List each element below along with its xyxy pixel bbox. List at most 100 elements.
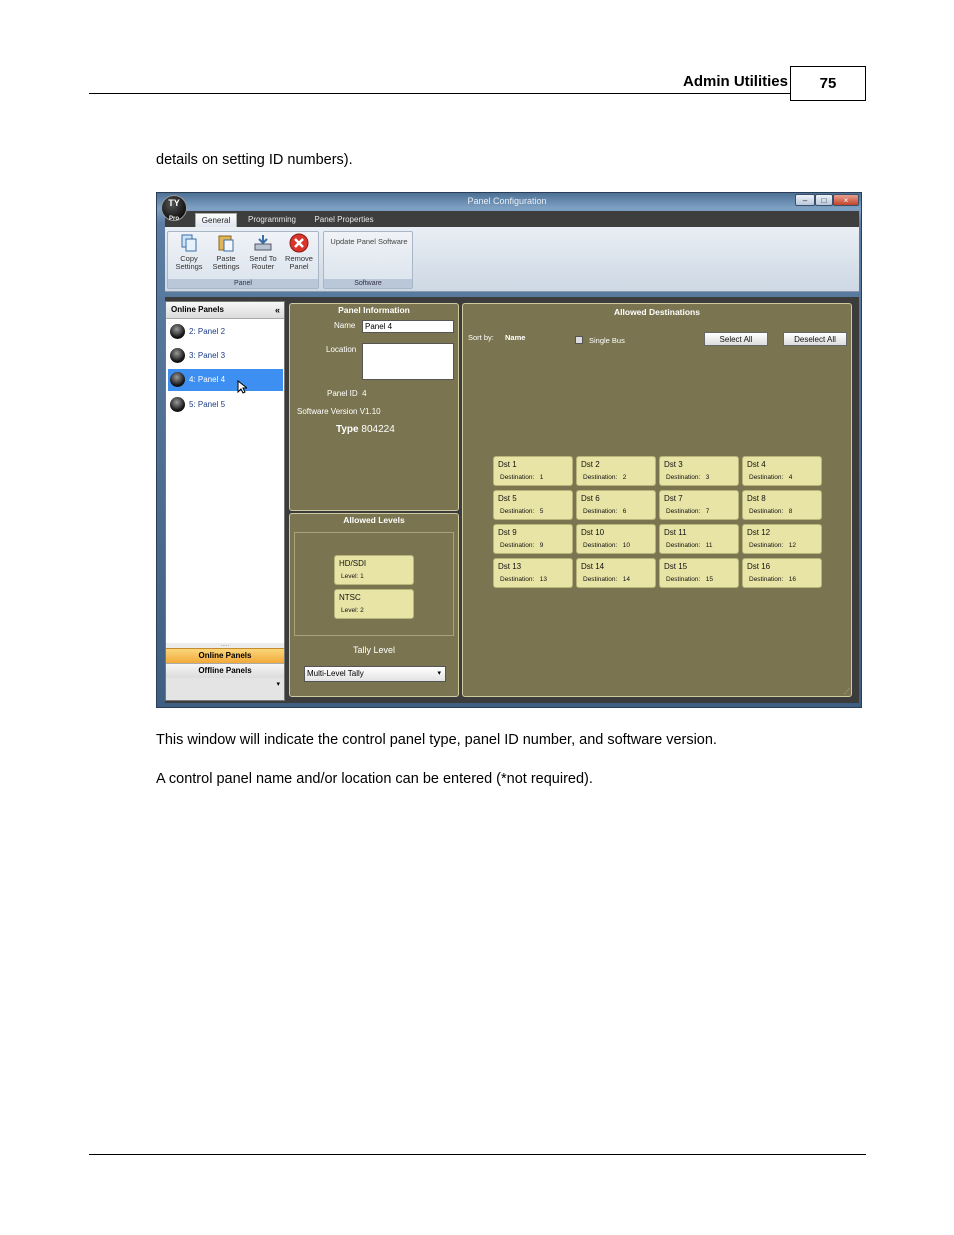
online-panels-title: Online Panels [171, 305, 224, 314]
panel-status-icon [170, 397, 185, 413]
select-all-button[interactable]: Select All [704, 332, 768, 346]
allowed-levels-section: Allowed Levels HD/SDI Level: 1 NTSC Leve… [289, 513, 459, 697]
panel-configuration-window: Panel Configuration – □ × TY Pro General … [156, 192, 862, 708]
minimize-button[interactable]: – [795, 194, 815, 206]
destination-number: Destination: 14 [583, 576, 630, 583]
destination-name: Dst 3 [664, 460, 683, 469]
copy-settings-icon [181, 234, 197, 252]
tally-level-select[interactable]: Multi-Level Tally ▾ [304, 666, 446, 682]
tab-programming[interactable]: Programming [245, 213, 299, 227]
remove-panel-button[interactable]: Remove Panel [281, 233, 317, 271]
destination-number: Destination: 11 [666, 542, 713, 549]
destination-name: Dst 6 [581, 494, 600, 503]
panel-list-label: 2: Panel 2 [189, 327, 226, 336]
allowed-levels-title: Allowed Levels [343, 515, 405, 525]
resize-grip-icon[interactable]: ⋰ [844, 689, 850, 695]
destination-name: Dst 15 [664, 562, 688, 571]
panel-list-label: 4: Panel 4 [189, 375, 226, 384]
level-card[interactable]: NTSC Level: 2 [334, 589, 414, 619]
destination-number: Destination: 10 [583, 542, 630, 549]
header-rule [89, 93, 791, 94]
destination-number: Destination: 16 [749, 576, 796, 583]
more-options-icon[interactable]: ▾ [166, 678, 284, 700]
panel-list-item[interactable]: 2: Panel 2 [168, 321, 283, 343]
destination-number: Destination: 6 [583, 508, 627, 515]
destination-card[interactable]: Dst 5 Destination: 5 [493, 490, 573, 520]
destination-number: Destination: 7 [666, 508, 710, 515]
level-name: HD/SDI [339, 559, 367, 568]
deselect-all-button[interactable]: Deselect All [783, 332, 847, 346]
destination-card[interactable]: Dst 1 Destination: 1 [493, 456, 573, 486]
paste-settings-button[interactable]: Paste Settings [208, 233, 244, 271]
chevron-down-icon: ▾ [437, 670, 441, 677]
destination-card[interactable]: Dst 6 Destination: 6 [576, 490, 656, 520]
panel-list-item[interactable]: 5: Panel 5 [168, 394, 283, 416]
update-panel-software-button[interactable]: Update Panel Software [325, 237, 413, 246]
offline-panels-button[interactable]: Offline Panels [166, 663, 284, 678]
destination-name: Dst 16 [747, 562, 771, 571]
destination-name: Dst 9 [498, 528, 517, 537]
destination-number: Destination: 2 [583, 474, 627, 481]
intro-text: details on setting ID numbers). [156, 152, 353, 168]
close-button[interactable]: × [833, 194, 859, 206]
tab-general[interactable]: General [195, 213, 237, 227]
destination-card[interactable]: Dst 10 Destination: 10 [576, 524, 656, 554]
destination-card[interactable]: Dst 11 Destination: 11 [659, 524, 739, 554]
destination-card[interactable]: Dst 15 Destination: 15 [659, 558, 739, 588]
collapse-icon[interactable]: « [270, 302, 280, 318]
tally-level-value: Multi-Level Tally [307, 669, 364, 678]
remove-panel-line2: Panel [289, 262, 309, 271]
destination-number: Destination: 12 [749, 542, 796, 549]
ribbon-group-panel-label: Panel [168, 279, 318, 288]
name-label: Name [334, 321, 356, 330]
destination-card[interactable]: Dst 12 Destination: 12 [742, 524, 822, 554]
name-field[interactable]: Panel 4 [362, 320, 454, 333]
paragraph-panel-info: This window will indicate the control pa… [156, 732, 717, 748]
send-to-router-button[interactable]: Send To Router [245, 233, 281, 271]
sort-by-label: Sort by: [468, 333, 494, 342]
copy-settings-button[interactable]: Copy Settings [171, 233, 207, 271]
destination-number: Destination: 15 [666, 576, 713, 583]
destination-card[interactable]: Dst 9 Destination: 9 [493, 524, 573, 554]
panel-status-icon [170, 372, 185, 388]
app-logo[interactable]: TY Pro [161, 195, 187, 222]
destination-card[interactable]: Dst 14 Destination: 14 [576, 558, 656, 588]
destination-card[interactable]: Dst 2 Destination: 2 [576, 456, 656, 486]
destination-card[interactable]: Dst 16 Destination: 16 [742, 558, 822, 588]
sort-by-value[interactable]: Name [505, 333, 525, 342]
destination-name: Dst 14 [581, 562, 605, 571]
level-card[interactable]: HD/SDI Level: 1 [334, 555, 414, 585]
panel-status-icon [170, 324, 185, 340]
destination-card[interactable]: Dst 3 Destination: 3 [659, 456, 739, 486]
allowed-destinations-title: Allowed Destinations [614, 307, 700, 317]
destination-card[interactable]: Dst 13 Destination: 13 [493, 558, 573, 588]
destination-number: Destination: 9 [500, 542, 544, 549]
maximize-button[interactable]: □ [815, 194, 833, 206]
panel-list-item-selected[interactable]: 4: Panel 4 [168, 369, 283, 391]
destination-number: Destination: 4 [749, 474, 793, 481]
single-bus-checkbox[interactable] [575, 336, 583, 344]
send-to-router-icon [253, 233, 273, 253]
panel-id-value: 4 [362, 389, 367, 398]
online-panels-header: Online Panels « [166, 302, 284, 319]
panel-type-value: 804224 [361, 424, 395, 435]
title-bar: Panel Configuration – □ × [157, 193, 861, 211]
mouse-cursor-icon [237, 380, 247, 394]
online-panels-button[interactable]: Online Panels [166, 648, 284, 663]
page-number: 75 [790, 66, 866, 101]
panel-list-item[interactable]: 3: Panel 3 [168, 345, 283, 367]
destination-name: Dst 10 [581, 528, 605, 537]
destination-name: Dst 5 [498, 494, 517, 503]
location-field[interactable] [362, 343, 454, 380]
destination-name: Dst 4 [747, 460, 766, 469]
destination-name: Dst 11 [664, 528, 687, 537]
destination-card[interactable]: Dst 8 Destination: 8 [742, 490, 822, 520]
ribbon-group-software-label: Software [324, 279, 412, 288]
destination-card[interactable]: Dst 4 Destination: 4 [742, 456, 822, 486]
single-bus-label: Single Bus [589, 336, 625, 345]
remove-panel-icon [289, 233, 309, 253]
destination-card[interactable]: Dst 7 Destination: 7 [659, 490, 739, 520]
destination-number: Destination: 8 [749, 508, 793, 515]
tab-panel-properties[interactable]: Panel Properties [309, 213, 379, 227]
destination-name: Dst 1 [498, 460, 517, 469]
